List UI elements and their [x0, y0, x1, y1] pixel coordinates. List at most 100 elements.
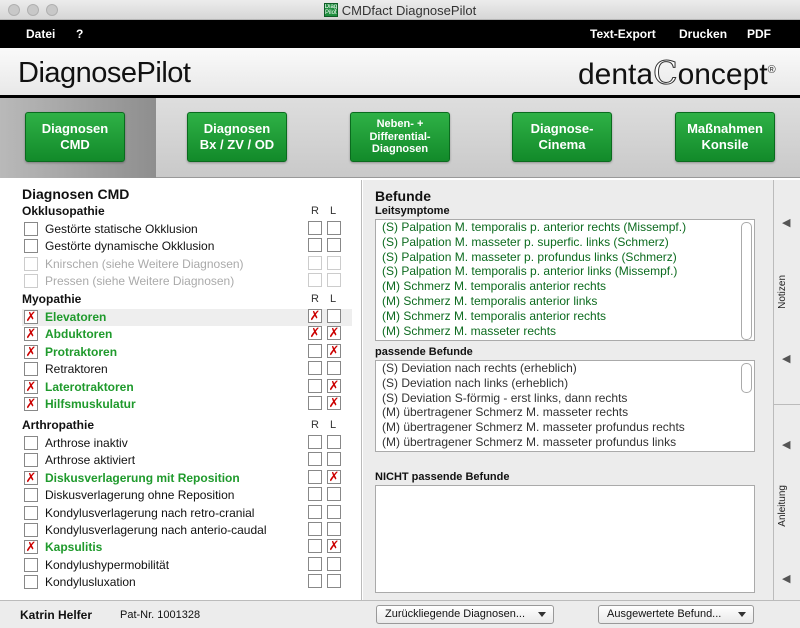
diagnosis-row[interactable]: Kondylusverlagerung nach anterio-caudal	[22, 522, 352, 539]
left-side-checkbox[interactable]: ✗	[327, 326, 341, 341]
diagnosis-row[interactable]: ✗ Diskusverlagerung mit Reposition ✗	[22, 469, 352, 487]
nav-diagnosen-bx[interactable]: Diagnosen Bx / ZV / OD	[187, 112, 287, 162]
right-side-checkbox[interactable]	[308, 361, 322, 376]
left-side-checkbox[interactable]	[327, 504, 341, 519]
diagnosis-row[interactable]: Knirschen (siehe Weitere Diagnosen)	[22, 255, 352, 273]
right-side-checkbox[interactable]: ✗	[308, 326, 322, 341]
diagnosis-checkbox[interactable]: ✗	[24, 397, 38, 411]
diagnosis-row[interactable]: ✗ Protraktoren ✗	[22, 343, 352, 361]
diagnosis-checkbox[interactable]	[24, 523, 38, 537]
right-side-checkbox[interactable]	[308, 396, 322, 410]
left-side-checkbox[interactable]	[327, 435, 341, 449]
diagnosis-checkbox[interactable]	[24, 575, 38, 590]
befund-item[interactable]: (M) übertragener Schmerz M. masseter pro…	[376, 420, 754, 435]
diagnosis-row[interactable]: Gestörte statische Okklusion	[22, 221, 352, 238]
diagnosis-row[interactable]: ✗ Laterotraktoren ✗	[22, 378, 352, 396]
right-side-checkbox[interactable]	[308, 343, 322, 358]
diagnosis-checkbox[interactable]	[24, 488, 38, 503]
chevron-left-icon[interactable]: ◀	[782, 572, 790, 585]
diagnosis-checkbox[interactable]: ✗	[24, 344, 38, 359]
left-side-checkbox[interactable]	[327, 452, 341, 467]
diagnosis-row[interactable]: Kondylushypermobilität	[22, 556, 352, 574]
befund-item[interactable]: (M) Schmerz M. temporalis anterior recht…	[376, 309, 754, 324]
befund-item[interactable]: (S) Deviation S-förmig - erst links, dan…	[376, 391, 754, 406]
drucken-button[interactable]: Drucken	[679, 27, 727, 41]
diagnosis-checkbox[interactable]	[24, 222, 38, 236]
left-side-checkbox[interactable]: ✗	[327, 343, 341, 358]
chevron-left-icon[interactable]: ◀	[782, 216, 790, 229]
left-side-checkbox[interactable]	[327, 556, 341, 571]
text-export-button[interactable]: Text-Export	[590, 27, 656, 41]
leitsymptome-list[interactable]: (S) Palpation M. temporalis p. anterior …	[375, 219, 755, 341]
diagnosis-row[interactable]: Diskusverlagerung ohne Reposition	[22, 487, 352, 504]
befund-item[interactable]: (M) Schmerz M. temporalis anterior links	[376, 294, 754, 309]
diagnosis-row[interactable]: Arthrose inaktiv	[22, 435, 352, 452]
nicht-passende-list[interactable]	[375, 485, 755, 593]
right-side-checkbox[interactable]	[308, 238, 322, 253]
befund-item[interactable]: (S) Palpation M. masseter p. profundus l…	[376, 250, 754, 265]
notizen-tab[interactable]: Notizen	[777, 275, 788, 309]
befund-item[interactable]: (S) Palpation M. temporalis p. anterior …	[376, 220, 754, 235]
menu-help[interactable]: ?	[76, 27, 83, 41]
diagnosis-checkbox[interactable]	[24, 453, 38, 468]
befund-item[interactable]: (S) Palpation M. masseter p. superfic. l…	[376, 235, 754, 250]
befund-item[interactable]: (M) Schmerz M. masseter rechts	[376, 324, 754, 339]
ausgewertete-befunde-dropdown[interactable]: Ausgewertete Befund...	[598, 605, 754, 624]
left-side-checkbox[interactable]: ✗	[327, 469, 341, 484]
left-side-checkbox[interactable]	[327, 221, 341, 235]
right-side-checkbox[interactable]	[308, 574, 322, 589]
chevron-left-icon[interactable]: ◀	[782, 352, 790, 365]
passende-befunde-list[interactable]: (S) Deviation nach rechts (erheblich) (S)…	[375, 360, 755, 452]
diagnosis-row[interactable]: ✗ Hilfsmuskulatur ✗	[22, 396, 352, 413]
diagnosis-row[interactable]: ✗ Kapsulitis ✗	[22, 539, 352, 556]
nav-massnahmen-konsile[interactable]: Maßnahmen Konsile	[675, 112, 775, 162]
diagnosis-row[interactable]: Arthrose aktiviert	[22, 452, 352, 469]
pdf-button[interactable]: PDF	[747, 27, 771, 41]
left-side-checkbox[interactable]	[327, 574, 341, 589]
right-side-checkbox[interactable]	[308, 504, 322, 519]
diagnosis-row[interactable]: ✗ Elevatoren ✗	[22, 309, 352, 326]
right-side-checkbox[interactable]	[308, 452, 322, 467]
befund-item[interactable]: (M) Schmerz M. temporalis anterior recht…	[376, 279, 754, 294]
left-side-checkbox[interactable]: ✗	[327, 539, 341, 554]
left-side-checkbox[interactable]	[327, 487, 341, 502]
scrollbar[interactable]	[741, 222, 752, 340]
zurueckliegende-diagnosen-dropdown[interactable]: Zurückliegende Diagnosen...	[376, 605, 554, 624]
diagnosis-row[interactable]: Retraktoren	[22, 361, 352, 378]
diagnosis-row[interactable]: Gestörte dynamische Okklusion	[22, 238, 352, 255]
diagnosis-checkbox[interactable]: ✗	[24, 470, 38, 485]
diagnosis-checkbox[interactable]	[24, 362, 38, 377]
chevron-left-icon[interactable]: ◀	[782, 438, 790, 451]
befund-item[interactable]: (S) Deviation nach links (erheblich)	[376, 376, 754, 391]
diagnosis-checkbox[interactable]: ✗	[24, 379, 38, 394]
befund-item[interactable]: (M) übertragener Schmerz M. masseter pro…	[376, 435, 754, 450]
befund-item[interactable]: (S) Palpation M. temporalis p. anterior …	[376, 264, 754, 279]
left-side-checkbox[interactable]	[327, 522, 341, 536]
right-side-checkbox[interactable]	[308, 469, 322, 484]
left-side-checkbox[interactable]	[327, 238, 341, 253]
right-side-checkbox[interactable]	[308, 221, 322, 235]
diagnosis-row[interactable]: Kondylusluxation	[22, 574, 352, 591]
nav-diagnose-cinema[interactable]: Diagnose- Cinema	[512, 112, 612, 162]
diagnosis-row[interactable]: Kondylusverlagerung nach retro-cranial	[22, 504, 352, 522]
nav-neben-differential[interactable]: Neben- + Differential- Diagnosen	[350, 112, 450, 162]
befund-item[interactable]: (M) übertragener Schmerz M. masseter rec…	[376, 405, 754, 420]
befund-item[interactable]: (S) Deviation nach rechts (erheblich)	[376, 361, 754, 376]
left-side-checkbox[interactable]: ✗	[327, 396, 341, 410]
left-side-checkbox[interactable]	[327, 361, 341, 376]
right-side-checkbox[interactable]	[308, 487, 322, 502]
right-side-checkbox[interactable]	[308, 435, 322, 449]
left-side-checkbox[interactable]: ✗	[327, 378, 341, 393]
right-side-checkbox[interactable]	[308, 556, 322, 571]
diagnosis-checkbox[interactable]	[24, 505, 38, 520]
anleitung-tab[interactable]: Anleitung	[777, 485, 788, 527]
diagnosis-row[interactable]: ✗ Abduktoren ✗ ✗	[22, 326, 352, 343]
right-side-checkbox[interactable]: ✗	[308, 309, 322, 323]
diagnosis-checkbox[interactable]	[24, 436, 38, 450]
menu-datei[interactable]: Datei	[26, 27, 55, 41]
diagnosis-checkbox[interactable]	[24, 239, 38, 254]
right-side-checkbox[interactable]	[308, 522, 322, 536]
left-side-checkbox[interactable]	[327, 309, 341, 323]
diagnosis-checkbox[interactable]: ✗	[24, 540, 38, 555]
right-side-checkbox[interactable]	[308, 539, 322, 554]
